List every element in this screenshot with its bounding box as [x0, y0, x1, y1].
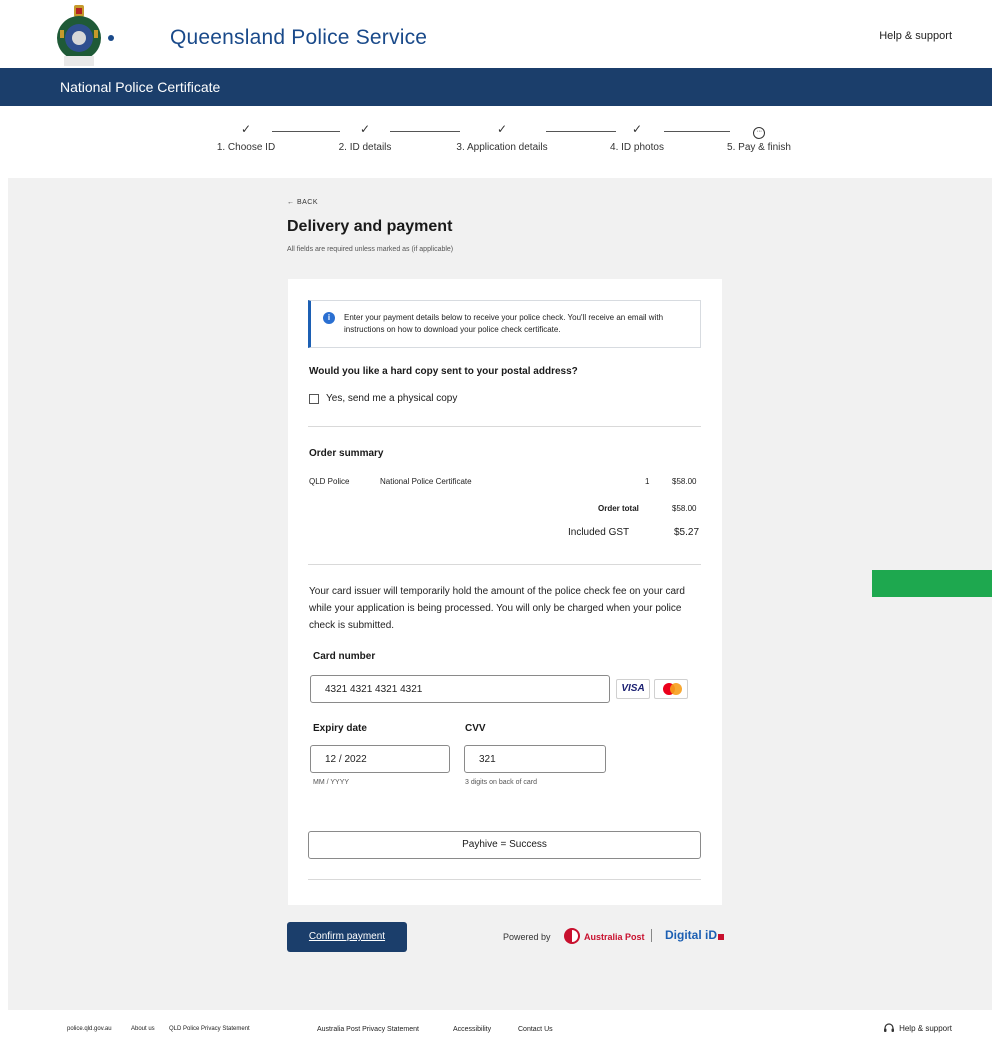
- banner-title: National Police Certificate: [60, 79, 221, 95]
- footer-help-support-link[interactable]: Help & support: [884, 1023, 952, 1033]
- powered-by-label: Powered by: [503, 932, 551, 942]
- physical-copy-label[interactable]: Yes, send me a physical copy: [326, 393, 457, 404]
- step-application-details: ✓ 3. Application details: [442, 122, 562, 153]
- payhive-status-field[interactable]: Payhive = Success: [308, 831, 701, 859]
- card-number-label: Card number: [313, 651, 376, 662]
- page-subtitle: All fields are required unless marked as…: [287, 246, 454, 253]
- australia-post-name: Australia Post: [584, 932, 645, 942]
- step-label: 1. Choose ID: [216, 142, 276, 153]
- more-dots-icon: ···: [753, 127, 765, 139]
- back-link[interactable]: ← BACK: [287, 199, 318, 206]
- physical-copy-checkbox[interactable]: [309, 394, 319, 404]
- step-label: 5. Pay & finish: [727, 142, 791, 153]
- page-title: Delivery and payment: [287, 218, 453, 235]
- step-choose-id: ✓ 1. Choose ID: [186, 122, 306, 153]
- step-label: 2. ID details: [338, 142, 392, 153]
- order-total-label: Order total: [598, 504, 639, 513]
- mastercard-icon: [654, 679, 688, 699]
- step-pay-finish: ··· 5. Pay & finish: [699, 122, 819, 153]
- digital-id-text: Digital iD: [665, 928, 718, 942]
- cvv-input[interactable]: 321: [464, 745, 606, 773]
- order-qty: 1: [645, 477, 650, 486]
- divider: [308, 426, 701, 427]
- visa-icon: VISA: [616, 679, 650, 699]
- footer-help-label: Help & support: [899, 1024, 952, 1033]
- digital-id-logo: Digital iD: [665, 928, 725, 942]
- footer-link-qld-privacy[interactable]: QLD Police Privacy Statement: [169, 1026, 250, 1032]
- check-icon: ✓: [631, 122, 643, 136]
- cvv-label: CVV: [465, 723, 486, 734]
- step-label: 4. ID photos: [610, 142, 664, 153]
- divider: [308, 564, 701, 565]
- check-icon: ✓: [359, 122, 371, 136]
- footer-link-contact[interactable]: Contact Us: [518, 1026, 553, 1033]
- cvv-hint: 3 digits on back of card: [465, 779, 537, 786]
- info-text: Enter your payment details below to rece…: [344, 313, 664, 334]
- footer-link-about[interactable]: About us: [131, 1026, 155, 1032]
- check-icon: ✓: [240, 122, 252, 136]
- green-status-bar: [872, 570, 992, 597]
- order-summary-title: Order summary: [309, 448, 384, 459]
- brand-title[interactable]: Queensland Police Service: [170, 26, 427, 50]
- divider: [308, 879, 701, 880]
- confirm-payment-button[interactable]: Confirm payment: [287, 922, 407, 952]
- info-alert: i Enter your payment details below to re…: [308, 300, 701, 348]
- order-total-value: $58.00: [672, 504, 697, 513]
- qps-crest-logo[interactable]: [50, 4, 122, 68]
- help-support-link[interactable]: Help & support: [879, 30, 952, 42]
- step-id-photos: ✓ 4. ID photos: [577, 122, 697, 153]
- payment-card: i Enter your payment details below to re…: [288, 279, 722, 905]
- site-footer: police.qld.gov.au About us QLD Police Pr…: [0, 1010, 992, 1038]
- progress-stepper: ✓ 1. Choose ID ✓ 2. ID details ✓ 3. Appl…: [0, 106, 992, 178]
- info-icon: i: [323, 312, 335, 324]
- expiry-input[interactable]: 12 / 2022: [310, 745, 450, 773]
- gst-label: Included GST: [568, 527, 630, 538]
- footer-link-ap-privacy[interactable]: Australia Post Privacy Statement: [317, 1026, 419, 1033]
- footer-link-accessibility[interactable]: Accessibility: [453, 1026, 491, 1033]
- service-banner: National Police Certificate: [0, 68, 992, 106]
- order-vendor: QLD Police: [309, 477, 350, 486]
- digital-id-badge-icon: [718, 934, 725, 940]
- gst-value: $5.27: [674, 527, 700, 538]
- card-hold-notice: Your card issuer will temporarily hold t…: [309, 586, 685, 631]
- brand-separator: [651, 929, 652, 942]
- order-price: $58.00: [672, 477, 697, 486]
- step-label: 3. Application details: [456, 142, 548, 153]
- check-icon: ✓: [496, 122, 508, 136]
- expiry-hint: MM / YYYY: [313, 779, 350, 786]
- order-item: National Police Certificate: [380, 477, 472, 486]
- step-id-details: ✓ 2. ID details: [305, 122, 425, 153]
- card-number-input[interactable]: 4321 4321 4321 4321: [310, 675, 610, 703]
- hardcopy-question: Would you like a hard copy sent to your …: [309, 366, 578, 377]
- australia-post-logo-icon: [564, 928, 580, 944]
- expiry-label: Expiry date: [313, 723, 367, 734]
- site-header: Queensland Police Service Help & support: [0, 0, 992, 68]
- footer-link-police[interactable]: police.qld.gov.au: [67, 1026, 112, 1032]
- headset-icon: [884, 1023, 895, 1032]
